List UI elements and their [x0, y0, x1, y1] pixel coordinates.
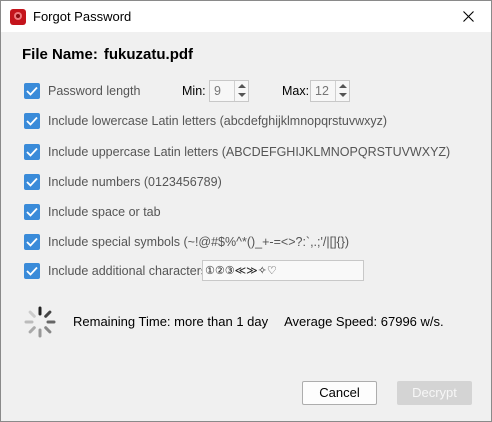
file-name-label: File Name:: [22, 46, 98, 63]
min-stepper-arrows[interactable]: [234, 81, 248, 101]
lowercase-label: Include lowercase Latin letters (abcdefg…: [48, 114, 388, 128]
check-icon: [26, 237, 38, 247]
uppercase-checkbox[interactable]: [24, 144, 40, 160]
additional-label: Include additional characters: [48, 264, 208, 278]
remaining-time-label: Remaining Time:: [73, 314, 171, 329]
password-length-label: Password length: [48, 84, 141, 98]
status-line: Remaining Time: more than 1 day Average S…: [73, 314, 444, 329]
forgot-password-dialog: Forgot Password File Name: fukuzatu.pdf P…: [0, 0, 492, 422]
special-label: Include special symbols (~!@#$%^*()_+-=<…: [48, 235, 350, 249]
max-stepper-arrows[interactable]: [335, 81, 349, 101]
close-button[interactable]: [446, 1, 491, 32]
app-logo-icon: [10, 9, 26, 25]
min-length-value[interactable]: 9: [214, 84, 221, 98]
max-length-value[interactable]: 12: [315, 84, 329, 98]
arrow-up-icon[interactable]: [339, 84, 347, 88]
arrow-up-icon[interactable]: [238, 84, 246, 88]
check-icon: [26, 266, 38, 276]
loading-spinner-icon: [24, 306, 56, 338]
arrow-down-icon[interactable]: [339, 93, 347, 97]
uppercase-label: Include uppercase Latin letters (ABCDEFG…: [48, 145, 451, 159]
arrow-down-icon[interactable]: [238, 93, 246, 97]
numbers-checkbox[interactable]: [24, 174, 40, 190]
max-label: Max:: [282, 84, 310, 98]
max-length-stepper[interactable]: 12: [310, 80, 350, 102]
file-name-value: fukuzatu.pdf: [103, 46, 194, 63]
password-length-checkbox[interactable]: [24, 83, 40, 99]
check-icon: [26, 177, 38, 187]
special-checkbox[interactable]: [24, 234, 40, 250]
min-length-stepper[interactable]: 9: [209, 80, 249, 102]
numbers-label: Include numbers (0123456789): [48, 175, 222, 189]
lowercase-checkbox[interactable]: [24, 113, 40, 129]
file-name-line: File Name: fukuzatu.pdf: [22, 46, 193, 63]
average-speed-label: Average Speed:: [284, 314, 378, 329]
decrypt-button[interactable]: Decrypt: [397, 381, 472, 405]
remaining-time-value: more than 1 day: [174, 314, 269, 329]
space-label: Include space or tab: [48, 205, 161, 219]
check-icon: [26, 147, 38, 157]
cancel-button[interactable]: Cancel: [302, 381, 377, 405]
space-checkbox[interactable]: [24, 204, 40, 220]
min-label: Min:: [182, 84, 206, 98]
additional-checkbox[interactable]: [24, 263, 40, 279]
close-icon: [463, 11, 474, 22]
title-bar: Forgot Password: [1, 1, 491, 32]
window-title: Forgot Password: [33, 9, 132, 24]
additional-characters-input[interactable]: ①②③≪≫✧♡: [202, 260, 364, 281]
check-icon: [26, 86, 38, 96]
check-icon: [26, 207, 38, 217]
check-icon: [26, 116, 38, 126]
average-speed-value: 67996 w/s.: [380, 314, 444, 329]
